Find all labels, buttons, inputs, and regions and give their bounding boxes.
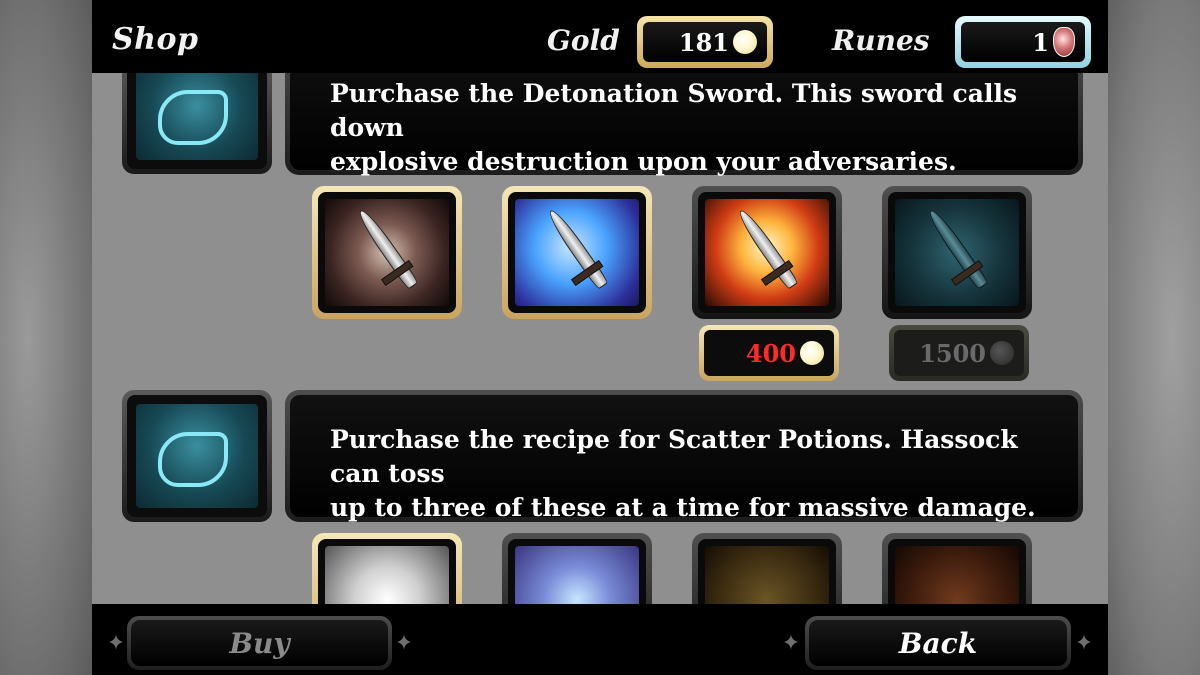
price-value: 1500 [919,338,986,368]
buy-button[interactable]: Buy [127,616,392,670]
item-tile[interactable] [882,186,1032,319]
item-tile[interactable] [502,186,652,319]
gold-counter: 181 [637,16,773,68]
sword-grip-icon [136,70,258,160]
rune-gem-icon [1053,27,1075,57]
price-value: 400 [745,338,796,368]
left-backdrop [0,0,92,675]
throwing-hand-icon [136,404,258,508]
page-title: Shop [112,22,199,57]
runes-label: Runes [832,24,930,57]
description-line: explosive destruction upon your adversar… [330,147,957,176]
description-panel: Purchase the recipe for Scatter Potions.… [285,390,1083,522]
gold-value: 181 [678,27,729,57]
item-tile[interactable] [692,186,842,319]
back-button[interactable]: Back [805,616,1071,670]
section-icon-frame [122,56,272,174]
description-line: up to three of these at a time for massi… [330,493,1036,522]
price-tag[interactable]: 400 [699,325,839,381]
ornament-icon: ✦ [781,630,801,656]
gold-label: Gold [547,24,620,57]
lightning-sword-icon [515,199,639,306]
coin-icon [733,30,757,54]
section-icon-frame [122,390,272,522]
shop-screen: Shop Gold 181 Runes 1 Purchase the Deton… [92,0,1108,675]
bottom-bar: ✦ Buy ✦ ✦ Back ✦ [92,604,1108,675]
right-backdrop [1108,0,1200,675]
runes-counter: 1 [955,16,1091,68]
curved-sword-icon [325,199,449,306]
top-bar: Shop Gold 181 Runes 1 [92,0,1108,73]
coin-icon [990,341,1014,365]
description-line: Purchase the Detonation Sword. This swor… [330,79,1018,142]
price-tag-locked: 1500 [889,325,1029,381]
description-line: Purchase the recipe for Scatter Potions.… [330,425,1018,488]
ornament-icon: ✦ [394,630,414,656]
item-tile[interactable] [312,186,462,319]
ornament-icon: ✦ [1074,630,1094,656]
buy-label: Buy [131,620,388,666]
ornament-icon: ✦ [106,630,126,656]
locked-sword-icon [895,199,1019,306]
coin-icon [800,341,824,365]
back-label: Back [809,620,1067,666]
runes-value: 1 [1032,27,1049,57]
detonation-sword-icon [705,199,829,306]
